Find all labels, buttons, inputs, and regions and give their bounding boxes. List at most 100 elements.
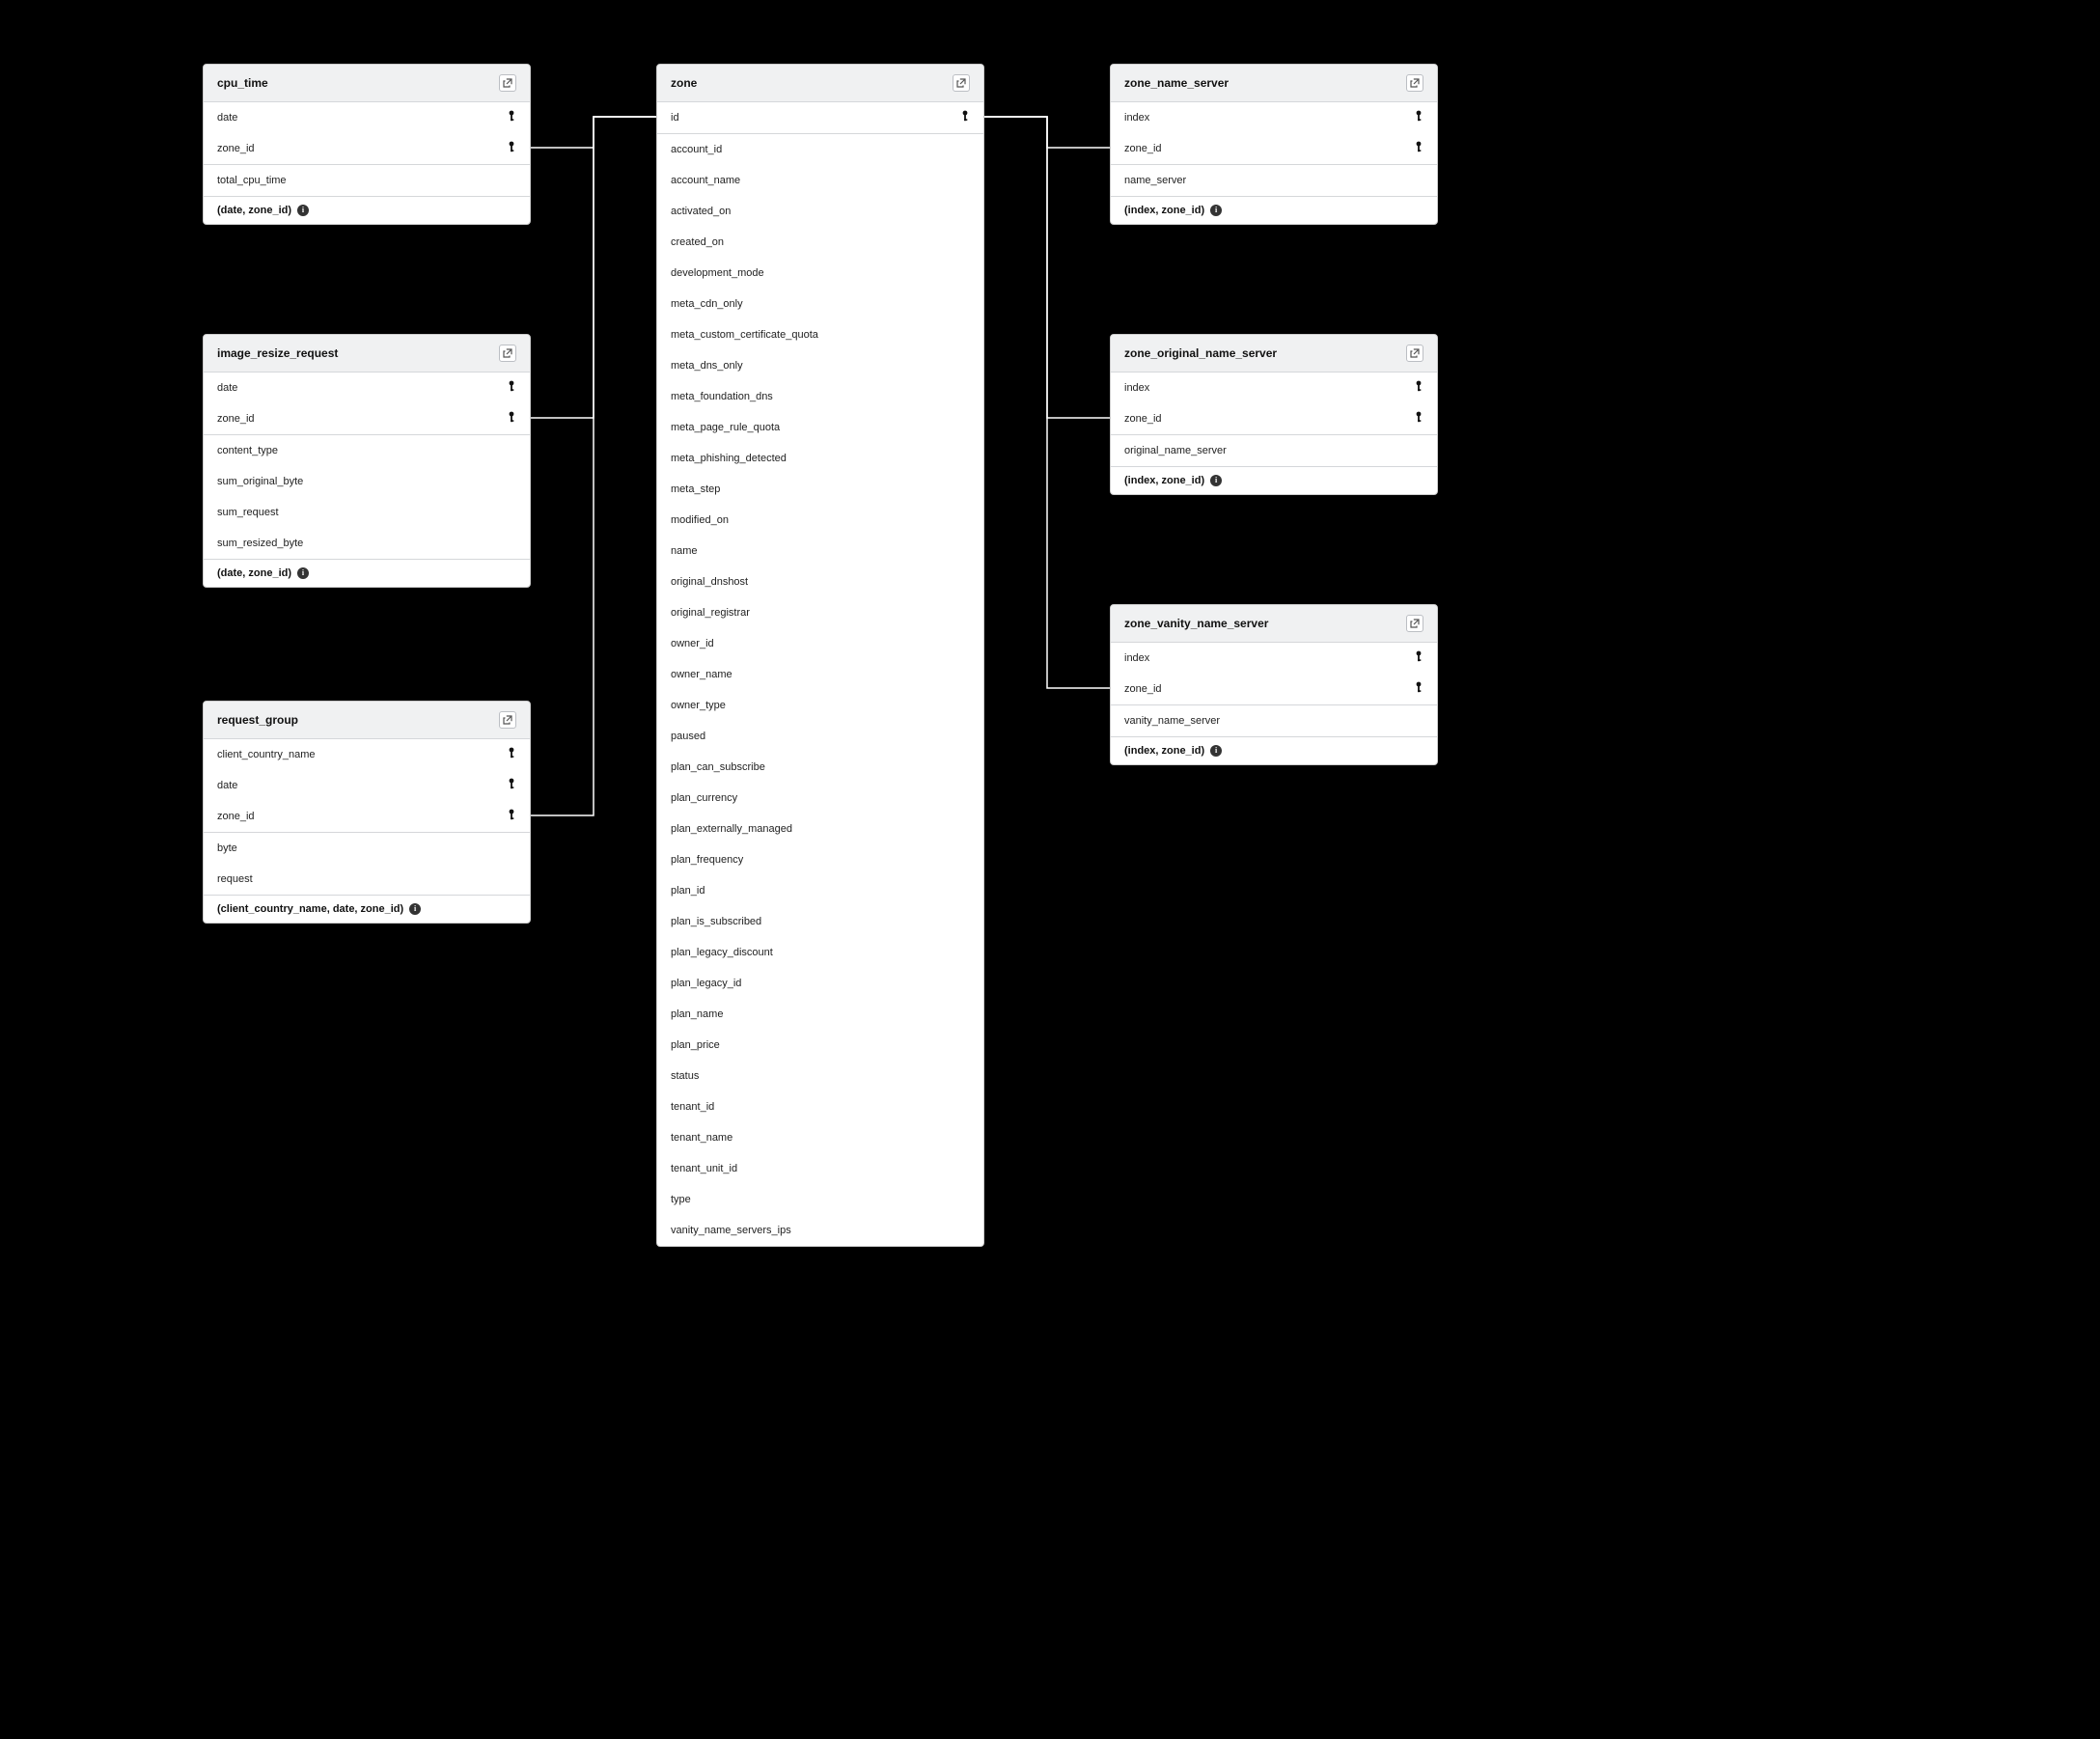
key-icon — [1414, 110, 1423, 124]
field-name: sum_resized_byte — [217, 538, 303, 549]
field-row: zone_id — [1111, 403, 1437, 434]
entity-header: zone — [657, 65, 983, 102]
field-name: modified_on — [671, 514, 729, 526]
open-external-icon[interactable] — [1406, 74, 1423, 92]
field-name: plan_legacy_id — [671, 978, 741, 989]
info-icon: i — [297, 205, 309, 216]
field-row: activated_on — [657, 196, 983, 227]
entity-title: zone — [671, 76, 697, 90]
field-row: content_type — [204, 435, 530, 466]
field-name: byte — [217, 842, 237, 854]
field-row: total_cpu_time — [204, 165, 530, 196]
field-row: zone_id — [204, 403, 530, 434]
field-row: account_id — [657, 134, 983, 165]
index-row: (index, zone_id)i — [1111, 197, 1437, 224]
field-name: zone_id — [1124, 143, 1162, 154]
field-name: plan_is_subscribed — [671, 916, 761, 927]
field-name: zone_id — [217, 811, 255, 822]
field-row: vanity_name_server — [1111, 705, 1437, 736]
key-icon — [1414, 141, 1423, 155]
field-name: zone_id — [1124, 413, 1162, 425]
field-row: name — [657, 536, 983, 566]
connector-line — [984, 117, 1110, 148]
entity-zone_name_server: zone_name_serverindexzone_idname_server(… — [1110, 64, 1438, 225]
open-external-icon[interactable] — [1406, 345, 1423, 362]
entity-title: zone_original_name_server — [1124, 346, 1277, 360]
field-row: request — [204, 864, 530, 895]
entity-title: zone_vanity_name_server — [1124, 617, 1268, 630]
index-label: (index, zone_id) — [1124, 205, 1204, 216]
field-row: original_name_server — [1111, 435, 1437, 466]
index-row: (client_country_name, date, zone_id)i — [204, 896, 530, 923]
field-name: meta_dns_only — [671, 360, 743, 372]
field-name: name_server — [1124, 175, 1186, 186]
open-external-icon[interactable] — [1406, 615, 1423, 632]
field-name: plan_can_subscribe — [671, 761, 765, 773]
field-name: development_mode — [671, 267, 764, 279]
field-name: meta_foundation_dns — [671, 391, 773, 402]
field-row: plan_frequency — [657, 844, 983, 875]
field-name: date — [217, 780, 237, 791]
field-row: meta_foundation_dns — [657, 381, 983, 412]
field-name: account_name — [671, 175, 740, 186]
key-icon — [1414, 681, 1423, 696]
index-label: (index, zone_id) — [1124, 745, 1204, 757]
field-row: zone_id — [204, 133, 530, 164]
field-row: index — [1111, 373, 1437, 403]
field-name: plan_currency — [671, 792, 737, 804]
field-row: status — [657, 1061, 983, 1091]
field-name: vanity_name_server — [1124, 715, 1220, 727]
field-name: original_name_server — [1124, 445, 1227, 456]
key-icon — [507, 110, 516, 124]
connector-line — [531, 117, 656, 418]
key-icon — [507, 778, 516, 792]
field-row: tenant_unit_id — [657, 1153, 983, 1184]
field-row: modified_on — [657, 505, 983, 536]
field-row: meta_dns_only — [657, 350, 983, 381]
connector-line — [984, 117, 1110, 418]
field-row: date — [204, 373, 530, 403]
field-row: meta_phishing_detected — [657, 443, 983, 474]
field-row: byte — [204, 833, 530, 864]
field-name: name — [671, 545, 698, 557]
field-name: total_cpu_time — [217, 175, 287, 186]
field-row: sum_resized_byte — [204, 528, 530, 559]
field-row: tenant_id — [657, 1091, 983, 1122]
field-row: plan_legacy_id — [657, 968, 983, 999]
field-row: development_mode — [657, 258, 983, 289]
entity-title: image_resize_request — [217, 346, 338, 360]
open-external-icon[interactable] — [499, 711, 516, 729]
field-name: index — [1124, 112, 1149, 124]
field-row: index — [1111, 102, 1437, 133]
field-name: original_dnshost — [671, 576, 748, 588]
field-name: zone_id — [217, 413, 255, 425]
field-name: content_type — [217, 445, 278, 456]
field-row: plan_name — [657, 999, 983, 1030]
field-name: plan_frequency — [671, 854, 743, 866]
connector-line — [531, 117, 656, 148]
open-external-icon[interactable] — [499, 74, 516, 92]
field-row: plan_price — [657, 1030, 983, 1061]
key-icon — [1414, 380, 1423, 395]
entity-image_resize_request: image_resize_requestdate zone_id content_t… — [203, 334, 531, 588]
entity-cpu_time: cpu_timedatezone_idtotal_cpu_time(date, … — [203, 64, 531, 225]
entity-zone: zoneidaccount_idaccount_nameactivated_on… — [656, 64, 984, 1247]
field-row: tenant_name — [657, 1122, 983, 1153]
open-external-icon[interactable] — [499, 345, 516, 362]
field-name: plan_price — [671, 1039, 720, 1051]
field-name: original_registrar — [671, 607, 750, 619]
field-name: vanity_name_servers_ips — [671, 1225, 791, 1236]
entity-header: zone_original_name_server — [1111, 335, 1437, 373]
field-row: meta_custom_certificate_quota — [657, 319, 983, 350]
field-row: owner_name — [657, 659, 983, 690]
connector-line — [531, 117, 656, 815]
open-external-icon[interactable] — [953, 74, 970, 92]
key-icon — [507, 411, 516, 426]
index-label: (index, zone_id) — [1124, 475, 1204, 486]
field-row: paused — [657, 721, 983, 752]
entity-title: cpu_time — [217, 76, 268, 90]
info-icon: i — [297, 567, 309, 579]
field-name: status — [671, 1070, 699, 1082]
field-row: plan_is_subscribed — [657, 906, 983, 937]
field-row: original_registrar — [657, 597, 983, 628]
